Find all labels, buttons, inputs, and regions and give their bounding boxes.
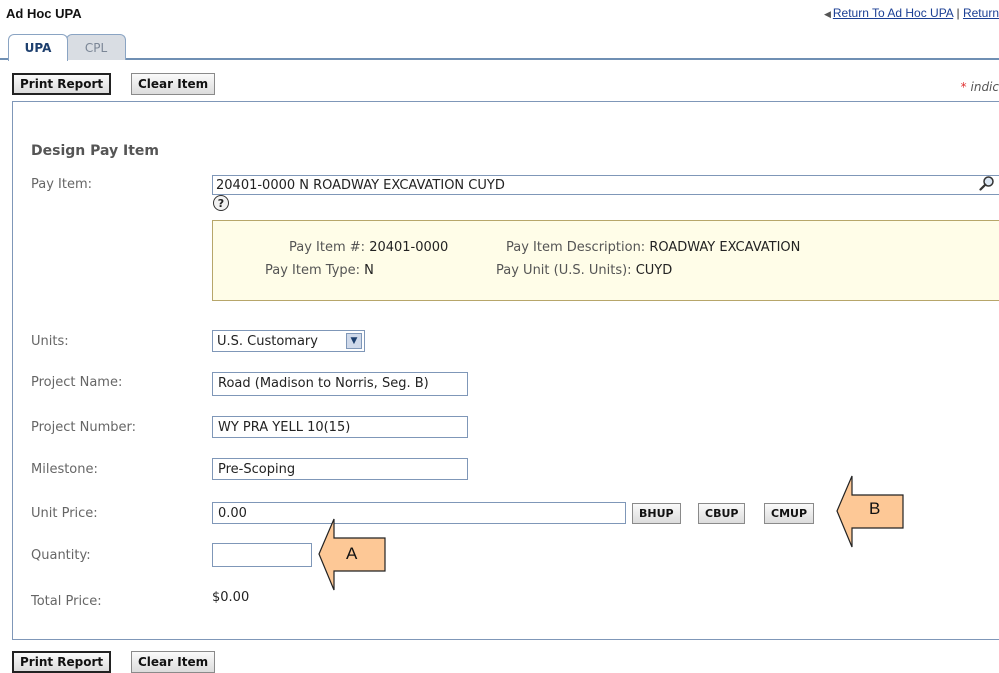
- project-number-label: Project Number:: [31, 420, 136, 435]
- pay-item-number: Pay Item #: 20401-0000: [289, 240, 448, 255]
- total-price-label: Total Price:: [31, 594, 102, 609]
- tab-bar-underline: [0, 58, 999, 60]
- milestone-label: Milestone:: [31, 462, 98, 477]
- total-price-value: $0.00: [212, 590, 249, 605]
- cmup-button[interactable]: CMUP: [764, 503, 814, 524]
- pay-item-type: Pay Item Type: N: [265, 263, 374, 278]
- return-to-adhoc-link[interactable]: Return To Ad Hoc UPA: [833, 6, 953, 20]
- quantity-input[interactable]: [212, 543, 312, 567]
- project-name-input[interactable]: Road (Madison to Norris, Seg. B): [212, 372, 468, 396]
- return-link[interactable]: Return: [963, 6, 999, 20]
- clear-item-button[interactable]: Clear Item: [131, 73, 215, 95]
- pay-item-info-box: [212, 220, 999, 301]
- app-title: Ad Hoc UPA: [6, 6, 82, 21]
- pay-item-number-label: Pay Item #:: [289, 240, 365, 255]
- units-label: Units:: [31, 334, 69, 349]
- chevron-down-icon[interactable]: ▼: [346, 333, 362, 349]
- cbup-button[interactable]: CBUP: [698, 503, 745, 524]
- pay-item-input[interactable]: 20401-0000 N ROADWAY EXCAVATION CUYD: [212, 175, 999, 195]
- pay-unit-value: CUYD: [636, 263, 673, 278]
- callout-arrow-b: B: [836, 474, 906, 549]
- search-icon[interactable]: [979, 175, 995, 191]
- unit-price-label: Unit Price:: [31, 506, 98, 521]
- pay-item-type-label: Pay Item Type:: [265, 263, 360, 278]
- pay-item-number-value: 20401-0000: [369, 240, 448, 255]
- print-report-button[interactable]: Print Report: [12, 73, 111, 95]
- required-note-text: indic: [971, 80, 999, 94]
- link-separator: |: [957, 6, 960, 20]
- help-icon[interactable]: ?: [213, 195, 229, 211]
- pay-item-description-value: ROADWAY EXCAVATION: [649, 240, 800, 255]
- project-number-input[interactable]: WY PRA YELL 10(15): [212, 416, 468, 438]
- pay-unit: Pay Unit (U.S. Units): CUYD: [496, 263, 672, 278]
- milestone-input[interactable]: Pre-Scoping: [212, 458, 468, 480]
- top-links: ◀Return To Ad Hoc UPA | Return: [824, 6, 999, 20]
- required-star: *: [961, 80, 967, 94]
- bhup-button[interactable]: BHUP: [632, 503, 681, 524]
- pay-item-type-value: N: [364, 263, 374, 278]
- tab-cpl[interactable]: CPL: [66, 34, 126, 60]
- pay-item-description: Pay Item Description: ROADWAY EXCAVATION: [506, 240, 800, 255]
- units-selected-value: U.S. Customary: [217, 334, 318, 349]
- callout-label-b: B: [869, 499, 880, 519]
- project-name-label: Project Name:: [31, 375, 122, 390]
- tab-upa[interactable]: UPA: [8, 34, 68, 61]
- units-select[interactable]: U.S. Customary ▼: [212, 330, 365, 352]
- pay-item-label: Pay Item:: [31, 177, 92, 192]
- quantity-label: Quantity:: [31, 548, 91, 563]
- pay-item-description-label: Pay Item Description:: [506, 240, 645, 255]
- unit-price-input[interactable]: 0.00: [212, 502, 626, 524]
- back-triangle-icon: ◀: [824, 9, 831, 19]
- section-title: Design Pay Item: [31, 143, 159, 159]
- pay-unit-label: Pay Unit (U.S. Units):: [496, 263, 632, 278]
- callout-label-a: A: [346, 544, 357, 564]
- callout-arrow-a: A: [318, 517, 388, 592]
- required-indicator-note: * indic: [961, 80, 999, 94]
